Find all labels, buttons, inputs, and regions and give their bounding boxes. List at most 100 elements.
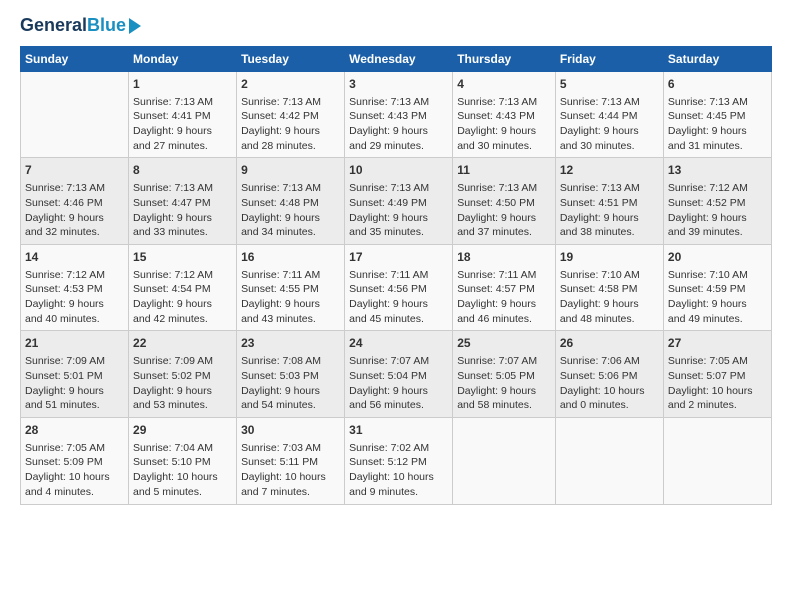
day-info-text: Sunrise: 7:05 AM [668,354,767,369]
day-number: 1 [133,76,232,93]
day-info-text: Daylight: 10 hours [133,470,232,485]
day-info-text: Sunrise: 7:08 AM [241,354,340,369]
day-info-text: Sunset: 4:48 PM [241,196,340,211]
day-number: 10 [349,162,448,179]
day-number: 29 [133,422,232,439]
day-info-text: Sunrise: 7:04 AM [133,441,232,456]
calendar-cell: 13Sunrise: 7:12 AMSunset: 4:52 PMDayligh… [663,158,771,245]
day-info-text: Daylight: 9 hours [457,211,551,226]
calendar-header-row: SundayMondayTuesdayWednesdayThursdayFrid… [21,46,772,71]
day-info-text: Sunset: 5:03 PM [241,369,340,384]
day-info-text: Sunset: 4:42 PM [241,109,340,124]
calendar-cell: 14Sunrise: 7:12 AMSunset: 4:53 PMDayligh… [21,244,129,331]
day-number: 22 [133,335,232,352]
day-info-text: Sunrise: 7:13 AM [133,181,232,196]
day-number: 7 [25,162,124,179]
day-number: 15 [133,249,232,266]
day-info-text: and 53 minutes. [133,398,232,413]
day-info-text: and 31 minutes. [668,139,767,154]
day-info-text: Sunset: 4:45 PM [668,109,767,124]
day-number: 13 [668,162,767,179]
day-info-text: Sunset: 4:49 PM [349,196,448,211]
day-info-text: Daylight: 10 hours [25,470,124,485]
calendar-cell: 30Sunrise: 7:03 AMSunset: 5:11 PMDayligh… [237,417,345,504]
day-info-text: Sunset: 4:59 PM [668,282,767,297]
day-info-text: Daylight: 9 hours [241,124,340,139]
day-info-text: and 27 minutes. [133,139,232,154]
day-info-text: and 33 minutes. [133,225,232,240]
day-info-text: Daylight: 9 hours [457,384,551,399]
calendar-cell: 29Sunrise: 7:04 AMSunset: 5:10 PMDayligh… [129,417,237,504]
day-info-text: Sunset: 4:46 PM [25,196,124,211]
day-info-text: Sunrise: 7:07 AM [349,354,448,369]
day-info-text: Daylight: 9 hours [133,211,232,226]
day-info-text: Daylight: 9 hours [25,297,124,312]
day-info-text: Sunrise: 7:12 AM [25,268,124,283]
calendar-cell: 2 Sunrise: 7:13 AMSunset: 4:42 PMDaylight… [237,71,345,158]
day-info-text: Sunset: 4:44 PM [560,109,659,124]
day-number: 26 [560,335,659,352]
day-number: 3 [349,76,448,93]
day-info-text: Daylight: 9 hours [25,211,124,226]
calendar-cell: 1Sunrise: 7:13 AMSunset: 4:41 PMDaylight… [129,71,237,158]
logo-text: GeneralBlue [20,16,126,36]
col-header-saturday: Saturday [663,46,771,71]
calendar-cell: 11Sunrise: 7:13 AMSunset: 4:50 PMDayligh… [453,158,556,245]
day-info-text: and 40 minutes. [25,312,124,327]
day-info-text: Sunset: 4:54 PM [133,282,232,297]
calendar-cell: 8Sunrise: 7:13 AMSunset: 4:47 PMDaylight… [129,158,237,245]
day-info-text: and 28 minutes. [241,139,340,154]
calendar-week-row: 14Sunrise: 7:12 AMSunset: 4:53 PMDayligh… [21,244,772,331]
day-info-text: and 4 minutes. [25,485,124,500]
day-info-text: Sunrise: 7:03 AM [241,441,340,456]
col-header-tuesday: Tuesday [237,46,345,71]
day-info-text: Sunset: 4:41 PM [133,109,232,124]
day-info-text: Sunrise: 7:13 AM [241,95,340,110]
day-info-text: Sunrise: 7:13 AM [457,181,551,196]
day-info-text: Daylight: 9 hours [133,297,232,312]
day-info-text: Sunrise: 7:02 AM [349,441,448,456]
day-info-text: and 49 minutes. [668,312,767,327]
day-info-text: Sunset: 4:50 PM [457,196,551,211]
day-info-text: Sunrise: 7:13 AM [241,181,340,196]
day-info-text: Sunrise: 7:13 AM [560,95,659,110]
day-info-text: Daylight: 9 hours [241,297,340,312]
calendar-cell: 5Sunrise: 7:13 AMSunset: 4:44 PMDaylight… [555,71,663,158]
day-number: 31 [349,422,448,439]
day-info-text: Daylight: 9 hours [25,384,124,399]
logo-arrow-icon [129,18,141,34]
day-number: 30 [241,422,340,439]
day-info-text: Daylight: 9 hours [668,297,767,312]
day-number: 9 [241,162,340,179]
calendar-cell: 15Sunrise: 7:12 AMSunset: 4:54 PMDayligh… [129,244,237,331]
day-info-text: and 58 minutes. [457,398,551,413]
day-info-text: Sunset: 4:58 PM [560,282,659,297]
calendar-cell: 18Sunrise: 7:11 AMSunset: 4:57 PMDayligh… [453,244,556,331]
day-info-text: Sunset: 4:56 PM [349,282,448,297]
day-info-text: and 54 minutes. [241,398,340,413]
day-info-text: Daylight: 9 hours [133,384,232,399]
day-number: 16 [241,249,340,266]
day-info-text: Daylight: 9 hours [349,124,448,139]
calendar-week-row: 21Sunrise: 7:09 AMSunset: 5:01 PMDayligh… [21,331,772,418]
day-number: 5 [560,76,659,93]
day-info-text: Sunset: 5:07 PM [668,369,767,384]
calendar-cell: 22Sunrise: 7:09 AMSunset: 5:02 PMDayligh… [129,331,237,418]
day-info-text: and 43 minutes. [241,312,340,327]
day-info-text: and 2 minutes. [668,398,767,413]
day-number: 24 [349,335,448,352]
day-info-text: Daylight: 9 hours [241,211,340,226]
page-container: GeneralBlue SundayMondayTuesdayWednesday… [0,0,792,515]
day-number: 2 [241,76,340,93]
calendar-cell: 12Sunrise: 7:13 AMSunset: 4:51 PMDayligh… [555,158,663,245]
day-info-text: Daylight: 9 hours [560,297,659,312]
day-number: 17 [349,249,448,266]
day-info-text: and 37 minutes. [457,225,551,240]
day-number: 25 [457,335,551,352]
day-info-text: Sunrise: 7:11 AM [241,268,340,283]
day-info-text: Daylight: 9 hours [349,384,448,399]
calendar-cell [453,417,556,504]
day-info-text: Sunset: 5:12 PM [349,455,448,470]
day-info-text: and 46 minutes. [457,312,551,327]
day-info-text: Sunrise: 7:11 AM [457,268,551,283]
